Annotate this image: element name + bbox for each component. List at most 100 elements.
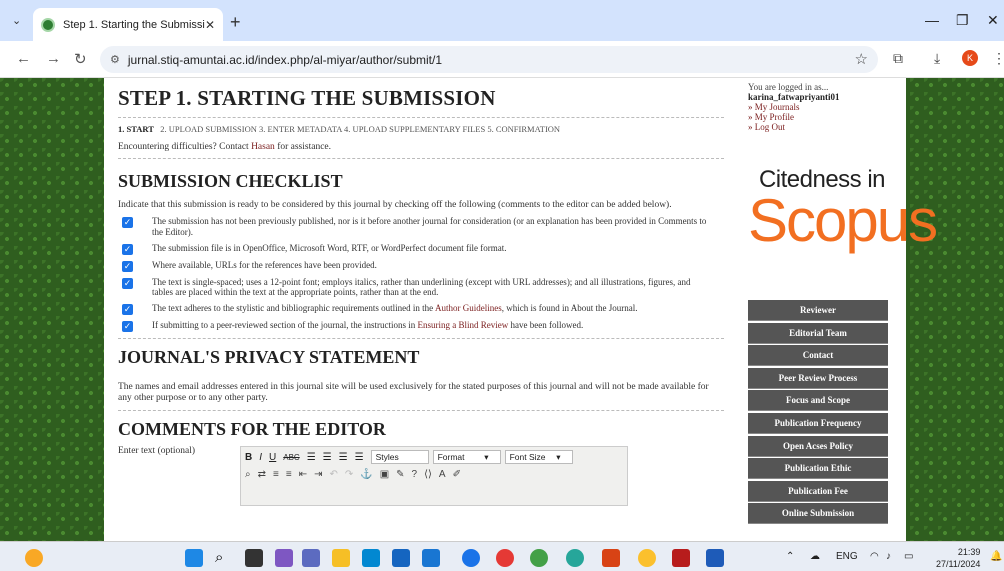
- back-icon[interactable]: ←: [16, 50, 31, 67]
- undo-icon[interactable]: ↶: [329, 469, 337, 480]
- tab-search-icon[interactable]: ⌄: [12, 14, 21, 27]
- outdent-icon[interactable]: ⇤: [299, 469, 307, 480]
- menu-publication-ethic[interactable]: Publication Ethic: [748, 458, 888, 480]
- menu-publication-fee[interactable]: Publication Fee: [748, 480, 888, 502]
- store-icon[interactable]: [392, 549, 410, 567]
- checkbox[interactable]: ✓: [122, 304, 133, 316]
- app-icon[interactable]: [496, 549, 514, 567]
- reload-icon[interactable]: ↻: [74, 50, 87, 68]
- minimize-icon[interactable]: —: [925, 12, 939, 28]
- checkbox[interactable]: ✓: [122, 243, 133, 255]
- sidebar-link-log-out[interactable]: » Log Out: [748, 122, 896, 132]
- site-info-icon[interactable]: ⚙: [110, 53, 120, 66]
- checkbox[interactable]: ✓: [122, 321, 133, 333]
- browser-tab[interactable]: Step 1. Starting the Submission ✕: [33, 8, 223, 41]
- checkbox[interactable]: ✓: [122, 260, 133, 272]
- italic-icon[interactable]: I: [259, 452, 262, 463]
- blind-review-link[interactable]: Ensuring a Blind Review: [418, 320, 509, 330]
- numbered-list-icon[interactable]: ≡: [286, 469, 292, 480]
- language-indicator[interactable]: ENG: [836, 551, 858, 562]
- text-color-icon[interactable]: A: [439, 469, 446, 480]
- font-size-select[interactable]: Font Size ▾: [504, 450, 573, 465]
- find-icon[interactable]: ⌕: [245, 469, 251, 480]
- underline-icon[interactable]: U: [269, 452, 276, 463]
- sidebar-link-my-profile[interactable]: » My Profile: [748, 112, 896, 122]
- menu-publication-frequency[interactable]: Publication Frequency: [748, 412, 888, 434]
- menu-contact[interactable]: Contact: [748, 345, 888, 367]
- whatsapp-icon[interactable]: [530, 549, 548, 567]
- tray-expand-icon[interactable]: ⌃: [786, 551, 794, 562]
- edge-icon[interactable]: [362, 549, 380, 567]
- forward-icon[interactable]: →: [46, 50, 61, 67]
- item5-prefix: The text adheres to the stylistic and bi…: [152, 303, 434, 314]
- step-list[interactable]: 2. UPLOAD SUBMISSION 3. ENTER METADATA 4…: [160, 124, 560, 134]
- link-icon[interactable]: ⚓: [360, 469, 372, 480]
- replace-icon[interactable]: ⇄: [258, 469, 266, 480]
- privacy-heading: JOURNAL'S PRIVACY STATEMENT: [118, 347, 420, 368]
- author-guidelines-link[interactable]: Author Guidelines: [435, 303, 502, 313]
- menu-open-access[interactable]: Open Acses Policy: [748, 435, 888, 457]
- checkbox[interactable]: ✓: [122, 277, 133, 289]
- notification-icon[interactable]: 🔔: [990, 551, 1002, 562]
- checkbox[interactable]: ✓: [122, 216, 133, 228]
- start-icon[interactable]: [185, 549, 203, 567]
- help-icon[interactable]: ?: [412, 469, 418, 480]
- word-icon[interactable]: [706, 549, 724, 567]
- close-window-icon[interactable]: ✕: [987, 12, 999, 29]
- new-tab-icon[interactable]: +: [230, 12, 241, 33]
- more-menu-icon[interactable]: ⋮: [992, 50, 1004, 67]
- zoom-icon[interactable]: [462, 549, 480, 567]
- powerpoint-icon[interactable]: [602, 549, 620, 567]
- styles-select[interactable]: Styles: [370, 450, 429, 465]
- rich-text-editor[interactable]: B I U ABC ☰ ☰ ☰ ☰ Styles Format ▾ Font Si…: [240, 445, 628, 506]
- redo-icon[interactable]: ↷: [345, 469, 353, 480]
- download-icon[interactable]: ⤓: [934, 50, 940, 67]
- tab-close-icon[interactable]: ✕: [205, 18, 215, 32]
- menu-online-submission[interactable]: Online Submission: [748, 503, 888, 525]
- restore-icon[interactable]: ❐: [956, 12, 969, 29]
- bold-icon[interactable]: B: [245, 452, 252, 463]
- volume-icon[interactable]: ♪: [886, 551, 891, 562]
- strikethrough-icon[interactable]: ABC: [283, 453, 299, 462]
- extensions-icon[interactable]: ⧉: [893, 50, 903, 67]
- profile-avatar[interactable]: K: [962, 50, 978, 66]
- checklist-item: ✓ The text adheres to the stylistic and …: [118, 303, 724, 316]
- menu-reviewer[interactable]: Reviewer: [748, 300, 888, 321]
- bullet-list-icon[interactable]: ≡: [273, 469, 279, 480]
- menu-peer-review[interactable]: Peer Review Process: [748, 367, 888, 389]
- sidebar-link-my-journals[interactable]: » My Journals: [748, 102, 896, 112]
- menu-editorial-team[interactable]: Editorial Team: [748, 322, 888, 344]
- task-view-icon[interactable]: [245, 549, 263, 567]
- clock[interactable]: 21:39 27/11/2024: [936, 546, 980, 570]
- app-icon[interactable]: [672, 549, 690, 567]
- wifi-icon[interactable]: ◠: [870, 551, 879, 562]
- chrome-icon[interactable]: [638, 549, 656, 567]
- app-icon[interactable]: [566, 549, 584, 567]
- html-icon[interactable]: ⟨⟩: [424, 469, 432, 480]
- align-right-icon[interactable]: ☰: [339, 452, 348, 463]
- bookmark-star-icon[interactable]: ☆: [855, 50, 868, 68]
- cleanup-icon[interactable]: ✎: [396, 469, 404, 480]
- indent-icon[interactable]: ⇥: [314, 469, 322, 480]
- highlight-icon[interactable]: ✐: [453, 469, 461, 480]
- search-icon[interactable]: ⌕: [215, 549, 233, 567]
- dropdown-icon: ▾: [556, 452, 561, 463]
- align-left-icon[interactable]: ☰: [307, 452, 316, 463]
- align-center-icon[interactable]: ☰: [323, 452, 332, 463]
- format-select[interactable]: Format ▾: [432, 450, 501, 465]
- weather-icon[interactable]: [25, 549, 43, 567]
- image-icon[interactable]: ▣: [380, 469, 389, 480]
- url-field[interactable]: ⚙ jurnal.stiq-amuntai.ac.id/index.php/al…: [100, 46, 878, 73]
- menu-focus-scope[interactable]: Focus and Scope: [748, 390, 888, 412]
- align-justify-icon[interactable]: ☰: [355, 452, 364, 463]
- mail-icon[interactable]: [422, 549, 440, 567]
- widgets-icon[interactable]: [275, 549, 293, 567]
- divider: [118, 117, 724, 118]
- file-explorer-icon[interactable]: [332, 549, 350, 567]
- contact-link[interactable]: Hasan: [251, 142, 275, 152]
- battery-icon[interactable]: ▭: [904, 551, 913, 562]
- format-value: Format: [437, 452, 465, 463]
- teams-icon[interactable]: [302, 549, 320, 567]
- cloud-icon[interactable]: ☁: [810, 551, 820, 562]
- divider: [118, 338, 724, 340]
